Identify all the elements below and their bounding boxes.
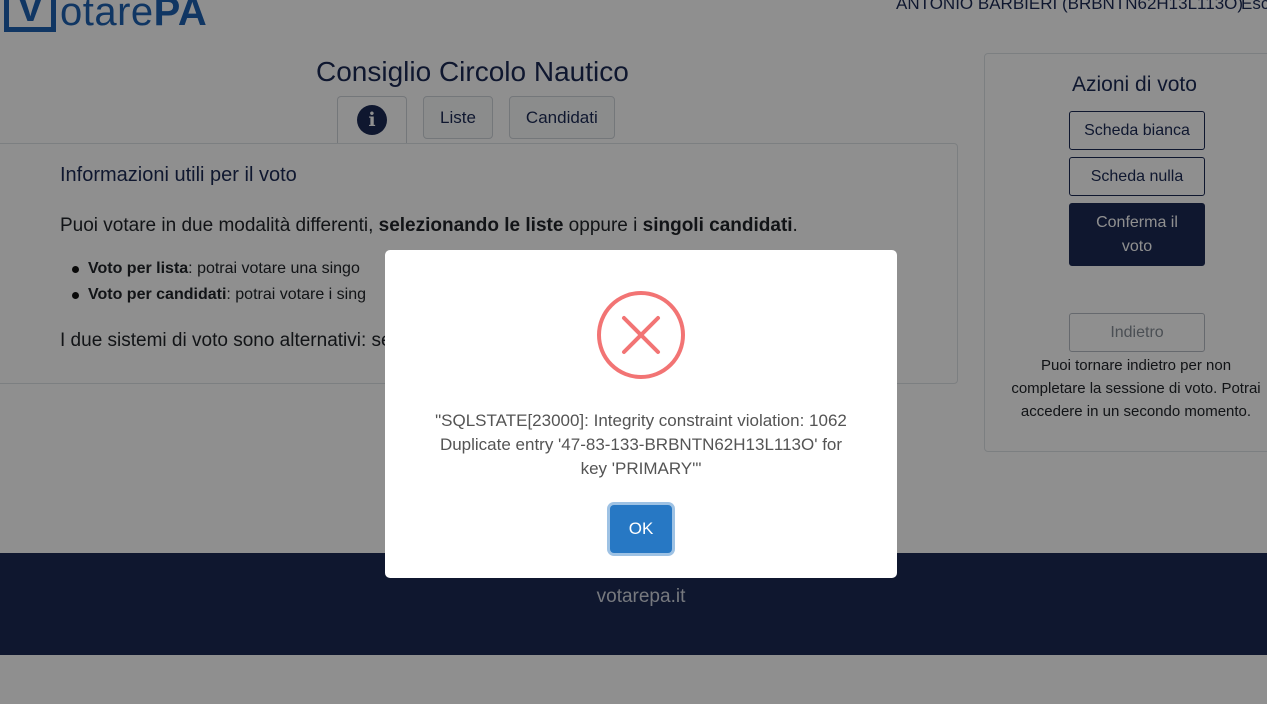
- error-x-icon: [597, 291, 685, 379]
- error-dialog: "SQLSTATE[23000]: Integrity constraint v…: [385, 250, 897, 578]
- ok-button[interactable]: OK: [610, 505, 672, 553]
- error-message: "SQLSTATE[23000]: Integrity constraint v…: [435, 411, 847, 478]
